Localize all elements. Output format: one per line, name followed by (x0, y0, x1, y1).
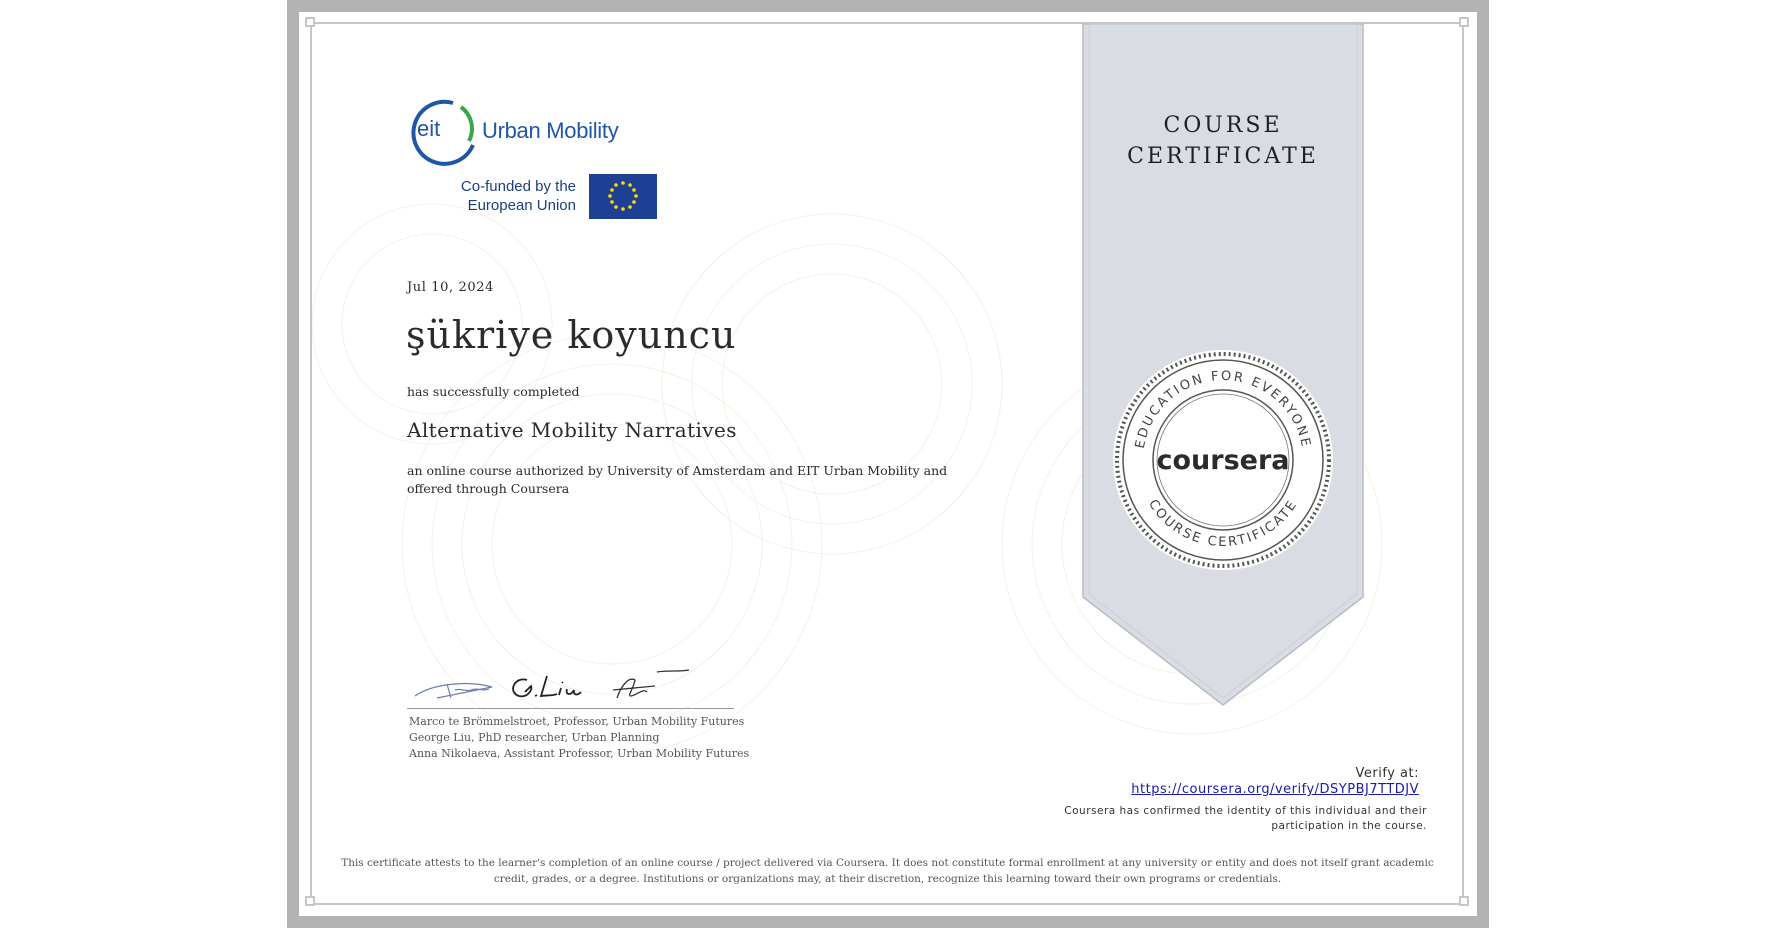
ribbon-title-line2: CERTIFICATE (1127, 144, 1319, 169)
course-name: Alternative Mobility Narratives (407, 418, 737, 442)
verify-label: Verify at: (1355, 766, 1419, 781)
signer-2: George Liu, PhD researcher, Urban Planni… (409, 731, 660, 744)
eit-badge-text: eit (417, 116, 440, 141)
certificate-page: COURSE CERTIFICATE EDUCATION FOR EVERYON… (0, 0, 1772, 928)
identity-statement: Coursera has confirmed the identity of t… (1064, 805, 1427, 832)
eu-flag-icon (589, 174, 657, 219)
cofunded-eu-text: Co-funded by the European Union (440, 177, 576, 215)
cofunded-line1: Co-funded by the (460, 178, 576, 195)
signers-list: Marco te Brömmelstroet, Professor, Urban… (409, 714, 749, 762)
verify-link[interactable]: https://coursera.org/verify/DSYPBJ7TTDJV (1131, 782, 1419, 798)
ribbon-title-line1: COURSE (1163, 113, 1283, 138)
signatures (414, 669, 690, 699)
completion-date: Jul 10, 2024 (407, 280, 494, 295)
signature-2 (512, 675, 582, 698)
coursera-seal: EDUCATION FOR EVERYONE COURSE CERTIFICAT… (1113, 350, 1333, 570)
signature-3 (612, 669, 690, 699)
certificate-disclaimer: This certificate attests to the learner'… (341, 857, 1434, 885)
signature-divider (407, 708, 734, 709)
eit-urban-mobility-logo-text: Urban Mobility (482, 118, 619, 143)
ribbon-title: COURSE CERTIFICATE (1085, 110, 1361, 172)
recipient-name: şükriye koyuncu (406, 313, 737, 357)
seal-brand: coursera (1156, 445, 1289, 476)
course-authorization-text: an online course authorized by Universit… (407, 463, 948, 496)
signer-3: Anna Nikolaeva, Assistant Professor, Urb… (409, 747, 750, 760)
completed-text: has successfully completed (407, 384, 580, 399)
signer-1: Marco te Brömmelstroet, Professor, Urban… (409, 715, 745, 728)
cofunded-line2: European Union (467, 197, 576, 214)
verify-block: Verify at: https://coursera.org/verify/D… (1131, 766, 1419, 798)
signature-1 (414, 682, 493, 699)
